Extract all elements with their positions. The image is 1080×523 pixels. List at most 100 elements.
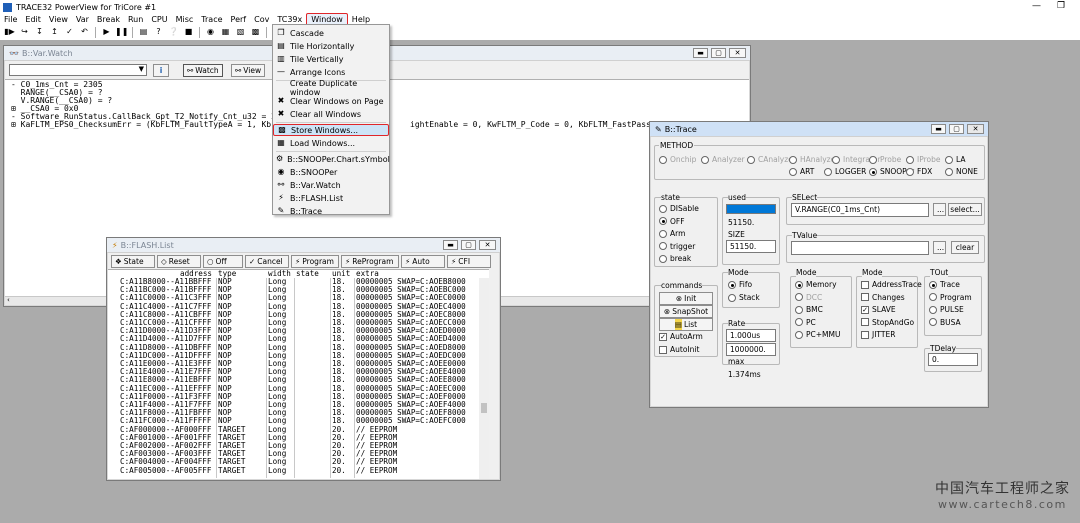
select-dots-button[interactable]: ...	[933, 203, 946, 216]
header-state[interactable]: state	[296, 270, 319, 278]
menu-help[interactable]: Help	[348, 14, 374, 25]
mode-checkbox-slave[interactable]: ✓ SLAVE	[861, 305, 896, 314]
tout-radio-trace[interactable]: Trace	[929, 280, 960, 289]
menu-run[interactable]: Run	[124, 14, 147, 25]
rate-count-field[interactable]: 1000000.	[726, 343, 776, 356]
mode-radio-bmc[interactable]: BMC	[795, 305, 823, 314]
method-radio-logger[interactable]: LOGGER	[824, 167, 866, 176]
menu-item-trace[interactable]: ✎ B::Trace	[273, 205, 389, 217]
cancel-button[interactable]: ✓ Cancel	[245, 255, 289, 268]
tvalue-dots-button[interactable]: ...	[933, 241, 946, 254]
menu-tc39x[interactable]: TC39x	[273, 14, 306, 25]
menu-item-clear-windows-page[interactable]: ✖ Clear Windows on Page	[273, 95, 389, 107]
step-icon[interactable]: ▮▶	[3, 26, 16, 38]
watch-line[interactable]: ⊞ KaFLTM_EPS0_ChecksumErr = (KbFLTM_Faul…	[11, 120, 290, 129]
menu-item-tile-vertically[interactable]: ▥ Tile Vertically	[273, 53, 389, 65]
undo-icon[interactable]: ↶	[78, 26, 91, 38]
menu-item-var-watch[interactable]: ⚯ B::Var.Watch	[273, 179, 389, 191]
break-icon[interactable]: ■	[182, 26, 195, 38]
scroll-thumb[interactable]	[481, 403, 487, 413]
size-field[interactable]: 51150.	[726, 240, 776, 253]
minimize-button[interactable]: ▬	[931, 124, 946, 134]
flash-list-titlebar[interactable]: ⚡ B::FLASH.List	[107, 238, 500, 253]
minimize-button[interactable]: ▬	[693, 48, 708, 58]
menu-item-clear-all-windows[interactable]: ✖ Clear all Windows	[273, 108, 389, 120]
off-button[interactable]: ○ Off	[203, 255, 243, 268]
restore-icon[interactable]: ❐	[1057, 1, 1065, 11]
menu-item-flash-list[interactable]: ⚡ B::FLASH.List	[273, 192, 389, 204]
mode-radio-pc-mmu[interactable]: PC+MMU	[795, 330, 840, 339]
mode-radio-pc[interactable]: PC	[795, 318, 816, 327]
step-up-icon[interactable]: ↥	[48, 26, 61, 38]
step-over-icon[interactable]: ↪	[18, 26, 31, 38]
state-radio-off[interactable]: OFF	[659, 217, 685, 226]
menu-trace[interactable]: Trace	[197, 14, 226, 25]
method-radio-hanalyzer[interactable]: HAnalyzer	[789, 155, 838, 164]
menu-view[interactable]: View	[45, 14, 72, 25]
chip-icon[interactable]: ▩	[249, 26, 262, 38]
return-icon[interactable]: ✓	[63, 26, 76, 38]
select-field[interactable]: V.RANGE(C0_1ms_Cnt)	[791, 203, 929, 217]
init-button[interactable]: ⊗ Init	[659, 292, 713, 305]
menu-item-load-windows[interactable]: ▦ Load Windows...	[273, 137, 389, 149]
mode-radio-memory[interactable]: Memory	[795, 280, 837, 289]
help-icon[interactable]: ?	[152, 26, 165, 38]
pause-icon[interactable]: ❚❚	[115, 26, 128, 38]
register-icon[interactable]: ▦	[219, 26, 232, 38]
close-button[interactable]: ✕	[729, 48, 746, 58]
method-radio-art[interactable]: ART	[789, 167, 814, 176]
go-icon[interactable]: ▶	[100, 26, 113, 38]
menu-cov[interactable]: Cov	[250, 14, 273, 25]
select-button[interactable]: select...	[948, 203, 982, 216]
mode-checkbox-jitter[interactable]: JITTER	[861, 330, 895, 339]
info-button[interactable]: i	[153, 64, 169, 77]
menu-cpu[interactable]: CPU	[147, 14, 171, 25]
close-button[interactable]: ✕	[967, 124, 984, 134]
mode-checkbox-changes[interactable]: Changes	[861, 293, 905, 302]
method-radio-la[interactable]: LA	[945, 155, 965, 164]
program-button[interactable]: ⚡ Program	[291, 255, 339, 268]
menu-file[interactable]: File	[0, 14, 21, 25]
state-radio-disable[interactable]: DISable	[659, 204, 699, 213]
menu-item-snooper-chart[interactable]: ⚙ B::SNOOPer.Chart.sYmbol	[273, 153, 390, 165]
method-radio-fdx[interactable]: FDX	[906, 167, 932, 176]
state-radio-arm[interactable]: Arm	[659, 229, 685, 238]
fifo-radio[interactable]: Fifo	[728, 280, 752, 289]
minimize-icon[interactable]: —	[1032, 1, 1041, 11]
tout-radio-program[interactable]: Program	[929, 293, 972, 302]
menu-var[interactable]: Var	[72, 14, 93, 25]
maximize-button[interactable]: ▢	[949, 124, 964, 134]
mode-radio-dcc[interactable]: DCC	[795, 293, 822, 302]
reset-button[interactable]: ◇ Reset	[157, 255, 201, 268]
mode-checkbox-stopandgo[interactable]: StopAndGo	[861, 318, 914, 327]
chevron-down-icon[interactable]: ▼	[139, 65, 144, 73]
stack-radio[interactable]: Stack	[728, 293, 760, 302]
menu-item-snooper[interactable]: ◉ B::SNOOPer	[273, 166, 389, 178]
menu-item-arrange-icons[interactable]: — Arrange Icons	[273, 66, 389, 78]
menu-edit[interactable]: Edit	[21, 14, 45, 25]
state-radio-break[interactable]: break	[659, 254, 691, 263]
autoarm-checkbox[interactable]: ✓ AutoArm	[659, 332, 703, 341]
method-radio-iprobe[interactable]: IProbe	[906, 155, 941, 164]
maximize-button[interactable]: ▢	[711, 48, 726, 58]
tdelay-field[interactable]: 0.	[928, 353, 978, 366]
list-icon[interactable]: ▤	[137, 26, 150, 38]
whatsthis-icon[interactable]: ❔	[167, 26, 180, 38]
method-radio-analyzer[interactable]: Analyzer	[701, 155, 745, 164]
watch-button[interactable]: ⚯ Watch	[183, 64, 223, 77]
auto-button[interactable]: ⚡ Auto	[401, 255, 445, 268]
method-radio-none[interactable]: NONE	[945, 167, 978, 176]
scroll-left-icon[interactable]: ‹	[7, 296, 10, 304]
tvalue-field[interactable]	[791, 241, 929, 255]
menu-perf[interactable]: Perf	[227, 14, 251, 25]
snapshot-button[interactable]: ⊗ SnapShot	[659, 305, 713, 318]
list-button[interactable]: ▤ List	[659, 318, 713, 331]
expression-input[interactable]: ▼	[9, 64, 147, 76]
clear-button[interactable]: clear	[951, 241, 979, 254]
menu-item-create-duplicate[interactable]: Create Duplicate window	[273, 79, 389, 97]
memory-icon[interactable]: ▧	[234, 26, 247, 38]
stop-icon[interactable]: ◉	[204, 26, 217, 38]
maximize-button[interactable]: ▢	[461, 240, 476, 250]
vertical-scrollbar[interactable]	[479, 278, 489, 479]
menu-misc[interactable]: Misc	[172, 14, 198, 25]
